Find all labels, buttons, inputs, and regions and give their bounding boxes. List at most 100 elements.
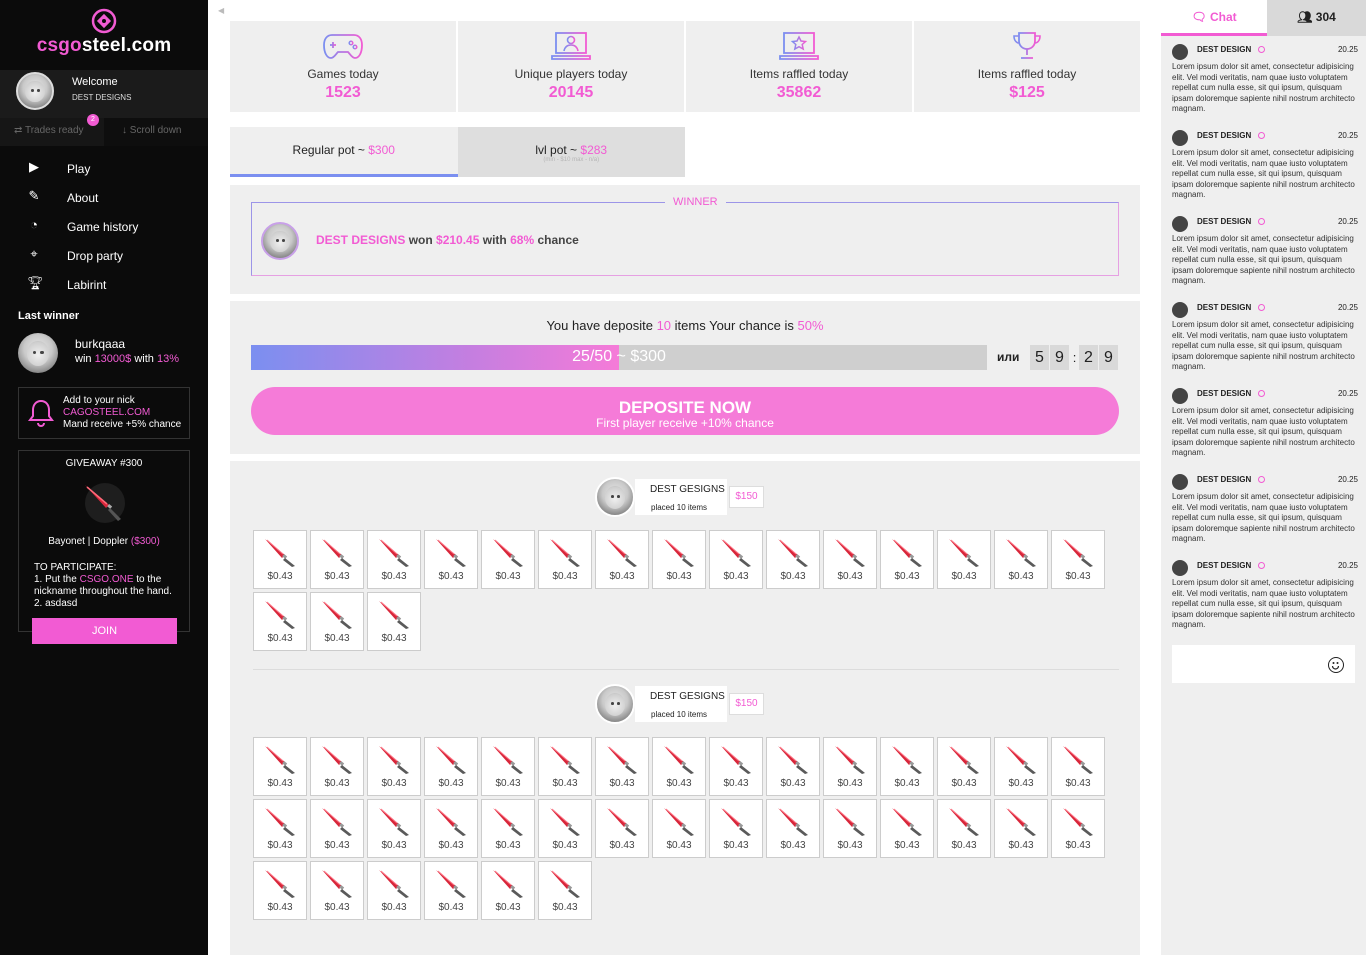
timer-digit: 2 bbox=[1079, 345, 1098, 370]
avatar[interactable] bbox=[1172, 302, 1188, 318]
item-card[interactable]: $0.43 bbox=[310, 592, 364, 651]
item-card[interactable]: $0.43 bbox=[367, 530, 421, 589]
item-price: $0.43 bbox=[381, 902, 407, 913]
item-card[interactable]: $0.43 bbox=[367, 592, 421, 651]
item-card[interactable]: $0.43 bbox=[709, 530, 763, 589]
item-card[interactable]: $0.43 bbox=[538, 530, 592, 589]
item-card[interactable]: $0.43 bbox=[538, 861, 592, 920]
item-card[interactable]: $0.43 bbox=[1051, 799, 1105, 858]
item-card[interactable]: $0.43 bbox=[823, 737, 877, 796]
item-card[interactable]: $0.43 bbox=[367, 861, 421, 920]
item-card[interactable]: $0.43 bbox=[481, 530, 535, 589]
knife-icon bbox=[947, 744, 983, 774]
lvl-pot-label: lvl pot ~ bbox=[535, 143, 581, 157]
item-price: $0.43 bbox=[894, 778, 920, 789]
item-card[interactable]: $0.43 bbox=[937, 737, 991, 796]
tab-scroll-down[interactable]: ↓ Scroll down bbox=[104, 118, 208, 146]
item-card[interactable]: $0.43 bbox=[253, 799, 307, 858]
item-card[interactable]: $0.43 bbox=[481, 799, 535, 858]
item-card[interactable]: $0.43 bbox=[424, 737, 478, 796]
item-card[interactable]: $0.43 bbox=[709, 737, 763, 796]
item-card[interactable]: $0.43 bbox=[652, 737, 706, 796]
item-card[interactable]: $0.43 bbox=[481, 861, 535, 920]
avatar[interactable] bbox=[1172, 560, 1188, 576]
item-card[interactable]: $0.43 bbox=[1051, 737, 1105, 796]
avatar[interactable] bbox=[1172, 130, 1188, 146]
item-card[interactable]: $0.43 bbox=[424, 530, 478, 589]
knife-icon bbox=[1061, 806, 1097, 836]
knife-icon bbox=[776, 537, 812, 567]
item-card[interactable]: $0.43 bbox=[538, 737, 592, 796]
avatar[interactable] bbox=[1172, 474, 1188, 490]
item-card[interactable]: $0.43 bbox=[253, 737, 307, 796]
item-card[interactable]: $0.43 bbox=[595, 737, 649, 796]
nav-item-drop-party[interactable]: ⌖ Drop party bbox=[0, 240, 208, 269]
avatar[interactable] bbox=[1172, 44, 1188, 60]
join-button[interactable]: JOIN bbox=[32, 618, 177, 644]
nav-item-game-history[interactable]: ◔ Game history bbox=[0, 211, 208, 240]
logo-icon bbox=[91, 8, 117, 34]
item-card[interactable]: $0.43 bbox=[253, 530, 307, 589]
item-card[interactable]: $0.43 bbox=[880, 799, 934, 858]
item-card[interactable]: $0.43 bbox=[766, 799, 820, 858]
item-card[interactable]: $0.43 bbox=[994, 530, 1048, 589]
item-card[interactable]: $0.43 bbox=[880, 530, 934, 589]
divider bbox=[253, 669, 1119, 670]
tab-chat[interactable]: 🗨︎ Chat bbox=[1161, 0, 1267, 36]
tab-regular-pot[interactable]: Regular pot ~ $300 bbox=[230, 127, 458, 177]
item-card[interactable]: $0.43 bbox=[766, 737, 820, 796]
item-card[interactable]: $0.43 bbox=[367, 799, 421, 858]
nav-item-play[interactable]: ▶ Play bbox=[0, 153, 208, 182]
item-card[interactable]: $0.43 bbox=[367, 737, 421, 796]
nav-item-labirint[interactable]: 🏆︎ Labirint bbox=[0, 269, 208, 298]
tab-lvl-pot[interactable]: lvl pot ~ $283 (min - $10 max - n/a) bbox=[457, 127, 685, 177]
item-card[interactable]: $0.43 bbox=[310, 737, 364, 796]
item-card[interactable]: $0.43 bbox=[253, 861, 307, 920]
item-card[interactable]: $0.43 bbox=[994, 737, 1048, 796]
item-card[interactable]: $0.43 bbox=[937, 799, 991, 858]
item-card[interactable]: $0.43 bbox=[652, 530, 706, 589]
avatar[interactable] bbox=[595, 477, 635, 517]
item-card[interactable]: $0.43 bbox=[994, 799, 1048, 858]
avatar[interactable] bbox=[261, 222, 299, 260]
emoji-icon[interactable] bbox=[1328, 657, 1344, 673]
item-card[interactable]: $0.43 bbox=[481, 737, 535, 796]
item-card[interactable]: $0.43 bbox=[595, 799, 649, 858]
item-card[interactable]: $0.43 bbox=[424, 799, 478, 858]
logo[interactable]: csgosteel.com bbox=[0, 8, 208, 57]
item-card[interactable]: $0.43 bbox=[310, 530, 364, 589]
item-card[interactable]: $0.43 bbox=[310, 799, 364, 858]
item-card[interactable]: $0.43 bbox=[880, 737, 934, 796]
knife-icon bbox=[491, 806, 527, 836]
item-card[interactable]: $0.43 bbox=[253, 592, 307, 651]
item-card[interactable]: $0.43 bbox=[538, 799, 592, 858]
item-card[interactable]: $0.43 bbox=[310, 861, 364, 920]
knife-icon bbox=[263, 744, 299, 774]
avatar[interactable] bbox=[1172, 388, 1188, 404]
avatar[interactable] bbox=[18, 333, 58, 373]
item-price: $0.43 bbox=[609, 840, 635, 851]
collapse-sidebar-icon[interactable]: ◀ bbox=[218, 6, 224, 15]
nav-item-about[interactable]: ✎ About bbox=[0, 182, 208, 211]
item-card[interactable]: $0.43 bbox=[709, 799, 763, 858]
giveaway-step1-site: CSGO.ONE bbox=[79, 574, 134, 585]
knife-icon bbox=[548, 537, 584, 567]
deposit-now-button[interactable]: DEPOSITE NOW First player receive +10% ch… bbox=[251, 387, 1119, 435]
avatar[interactable] bbox=[595, 684, 635, 724]
item-card[interactable]: $0.43 bbox=[424, 861, 478, 920]
play-icon: ▶ bbox=[29, 159, 39, 174]
item-card[interactable]: $0.43 bbox=[595, 530, 649, 589]
stat-items-raffled-value: Items raffled today $125 bbox=[914, 21, 1140, 112]
item-card[interactable]: $0.43 bbox=[652, 799, 706, 858]
item-card[interactable]: $0.43 bbox=[823, 799, 877, 858]
avatar[interactable] bbox=[1172, 216, 1188, 232]
item-card[interactable]: $0.43 bbox=[823, 530, 877, 589]
item-card[interactable]: $0.43 bbox=[1051, 530, 1105, 589]
tab-trades-ready[interactable]: ⇄ Trades ready 2 bbox=[0, 114, 104, 146]
avatar[interactable] bbox=[16, 72, 54, 110]
item-price: $0.43 bbox=[666, 840, 692, 851]
tab-online[interactable]: 👥︎ 304 bbox=[1267, 0, 1366, 36]
item-card[interactable]: $0.43 bbox=[937, 530, 991, 589]
item-card[interactable]: $0.43 bbox=[766, 530, 820, 589]
knife-icon bbox=[377, 599, 413, 629]
